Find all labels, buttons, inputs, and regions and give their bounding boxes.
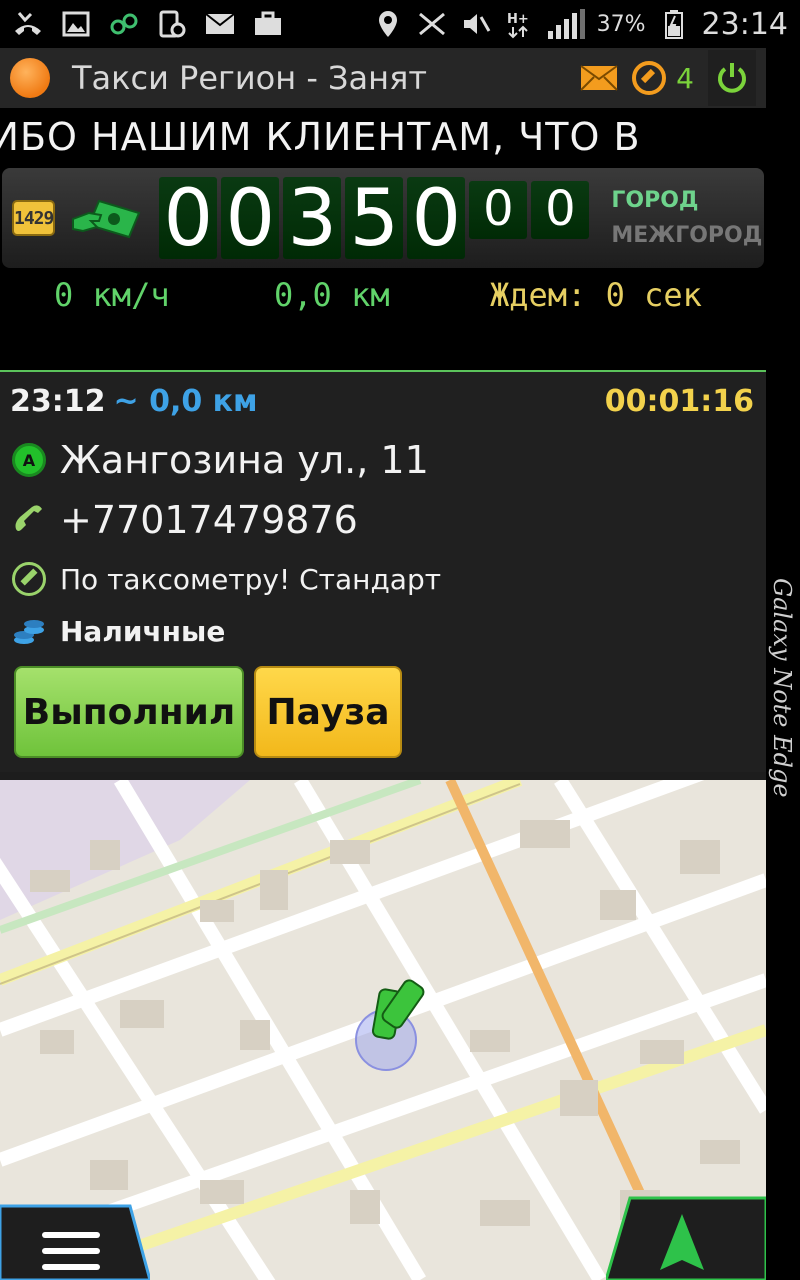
app-icon [108, 9, 140, 39]
fare-digit: 0 [221, 177, 280, 261]
tariff-badge-icon[interactable]: 1429 [12, 200, 56, 236]
taxi-app: Такси Регион - Занят 4 АСИБО НАШИМ КЛИЕН… [0, 48, 766, 1280]
speed-readout: 0 км/ч [54, 276, 170, 314]
hamburger-menu-icon [0, 1204, 150, 1280]
messages-icon[interactable] [580, 65, 618, 91]
signal-icon [547, 9, 585, 39]
fare-cents-digit: 0 [531, 181, 590, 239]
zone-intercity[interactable]: МЕЖГОРОД [611, 223, 762, 248]
order-distance: ~ 0,0 км [113, 384, 258, 419]
distance-readout: 0,0 км [274, 276, 390, 314]
power-icon [718, 63, 746, 93]
pause-button[interactable]: Пауза [254, 666, 402, 758]
spacer [0, 318, 766, 370]
mute-icon [460, 9, 492, 39]
pickup-pin-icon: A [12, 443, 46, 477]
news-ticker: АСИБО НАШИМ КЛИЕНТАМ, ЧТО В [0, 108, 766, 166]
status-bar: H+ 37% 23:14 [0, 0, 800, 48]
hplus-icon: H+ [504, 9, 536, 39]
complete-order-button[interactable]: Выполнил [14, 666, 244, 758]
compass-icon[interactable] [632, 61, 667, 95]
navigate-arrow-icon [606, 1196, 766, 1280]
order-time: 23:12 [10, 384, 106, 419]
taximeter: 1429 0 0 3 5 0 0 0 ГОРОД МЕЖГОРОД [0, 166, 766, 270]
gallery-icon [60, 9, 92, 39]
nfc-icon [416, 9, 448, 39]
svg-text:H+: H+ [507, 12, 529, 27]
battery-percent: 37% [596, 11, 646, 37]
device-brand-label: Galaxy Note Edge [768, 578, 796, 798]
battery-icon [658, 9, 690, 39]
client-phone: +77017479876 [60, 498, 358, 542]
fare-digit: 0 [159, 177, 218, 261]
briefcase-icon [252, 9, 284, 39]
tariff-compass-icon [12, 562, 46, 596]
tariff-row: По таксометру! Стандарт [10, 560, 441, 598]
driver-status-indicator[interactable] [10, 58, 50, 98]
map-view[interactable] [0, 780, 766, 1280]
zone-city[interactable]: ГОРОД [611, 188, 762, 213]
pickup-address: Жангозина ул., 11 [60, 438, 429, 482]
phone-icon [10, 501, 48, 539]
client-phone-row[interactable]: +77017479876 [10, 498, 358, 542]
payment-row: Наличные [10, 612, 225, 650]
fare-digit: 0 [407, 177, 466, 261]
clock: 23:14 [701, 6, 788, 42]
zone-selector: ГОРОД МЕЖГОРОД [611, 188, 762, 248]
fare-digit: 5 [345, 177, 404, 261]
menu-button[interactable] [0, 1194, 150, 1280]
orders-count: 4 [676, 61, 694, 95]
trip-stats: 0 км/ч 0,0 км Ждем: 0 сек [0, 270, 766, 318]
fare-display: 0 0 3 5 0 0 0 [159, 177, 590, 261]
email-icon [204, 9, 236, 39]
fare-digit: 3 [283, 177, 342, 261]
waiting-readout: Ждем: 0 сек [490, 276, 702, 314]
side-brand-strip: Galaxy Note Edge [766, 48, 800, 1280]
missed-call-icon [12, 9, 44, 39]
pickup-address-row[interactable]: A Жангозина ул., 11 [10, 438, 429, 482]
location-icon [372, 9, 404, 39]
coins-icon [10, 612, 48, 650]
navigation-button[interactable] [606, 1194, 766, 1280]
app-title: Такси Регион - Занят [72, 59, 427, 97]
title-bar: Такси Регион - Занят 4 [0, 48, 766, 108]
order-elapsed-timer: 00:01:16 [604, 384, 754, 419]
tariff-name: По таксометру! Стандарт [60, 562, 442, 596]
power-button[interactable] [708, 50, 756, 106]
order-card: 23:12 ~ 0,0 км 00:01:16 A Жангозина ул., … [0, 370, 766, 772]
screenshot-icon [156, 9, 188, 39]
money-icon[interactable] [71, 193, 141, 243]
fare-cents-digit: 0 [469, 181, 528, 239]
payment-method: Наличные [60, 614, 226, 648]
